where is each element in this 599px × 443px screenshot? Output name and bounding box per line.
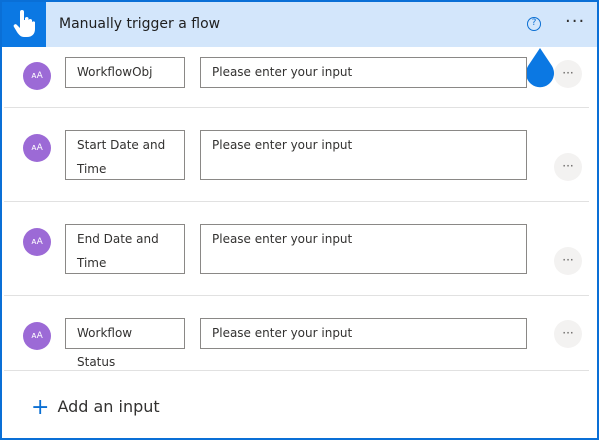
add-input-label: Add an input <box>57 397 160 416</box>
row-more-options-button[interactable]: ··· <box>554 153 582 181</box>
more-options-icon[interactable]: ··· <box>565 13 585 31</box>
input-name-field[interactable]: Start Date and Time <box>65 130 185 180</box>
card-header[interactable]: Manually trigger a flow ? ··· <box>2 2 597 47</box>
help-icon[interactable]: ? <box>527 17 541 31</box>
trigger-icon-box <box>2 2 46 47</box>
text-input-type-icon: ᴀA <box>23 62 51 90</box>
divider <box>4 295 589 296</box>
divider <box>4 107 589 108</box>
add-input-button[interactable]: + Add an input <box>31 395 160 420</box>
input-value-field[interactable]: Please enter your input <box>200 130 527 180</box>
text-input-type-icon: ᴀA <box>23 134 51 162</box>
input-name-field[interactable]: WorkflowObj <box>65 57 185 88</box>
input-value-field[interactable]: Please enter your input <box>200 57 527 88</box>
row-more-options-button[interactable]: ··· <box>554 320 582 348</box>
trigger-card: Manually trigger a flow ? ··· ᴀA Workflo… <box>0 0 599 440</box>
divider <box>4 370 589 371</box>
input-value-field[interactable]: Please enter your input <box>200 224 527 274</box>
input-value-field[interactable]: Please enter your input <box>200 318 527 349</box>
hand-pointer-icon <box>13 10 35 37</box>
drop-pin-icon <box>526 48 554 88</box>
input-name-field[interactable]: End Date and Time <box>65 224 185 274</box>
row-more-options-button[interactable]: ··· <box>554 247 582 275</box>
card-title: Manually trigger a flow <box>59 16 221 32</box>
text-input-type-icon: ᴀA <box>23 322 51 350</box>
text-input-type-icon: ᴀA <box>23 228 51 256</box>
row-more-options-button[interactable]: ··· <box>554 60 582 88</box>
plus-icon: + <box>31 395 50 420</box>
input-name-field[interactable]: Workflow Status <box>65 318 185 369</box>
divider <box>4 201 589 202</box>
